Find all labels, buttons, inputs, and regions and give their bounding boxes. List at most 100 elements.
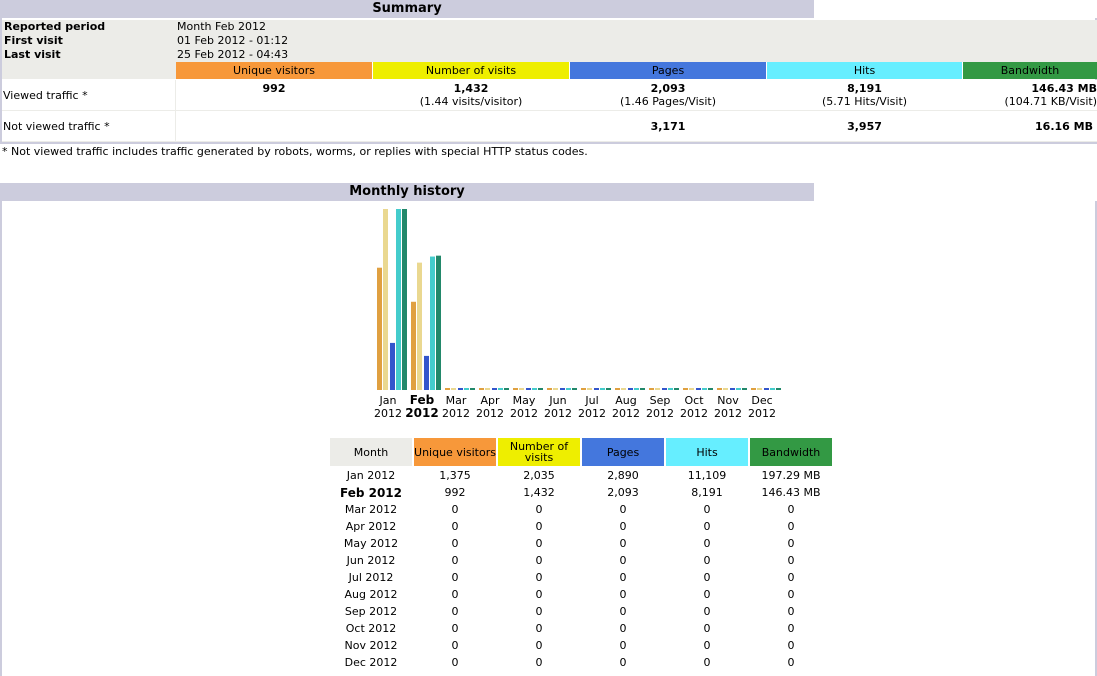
chart-month-name: Sep: [649, 394, 671, 407]
table-cell-visits: 0: [535, 622, 543, 635]
table-cell-visits: 0: [535, 554, 543, 567]
table-cell-hits: 0: [703, 537, 711, 550]
table-cell-bandwidth: 146.43 MB: [761, 486, 821, 499]
chart-month-name: Apr: [480, 394, 500, 407]
bar-pages-mar-2012: [458, 388, 463, 390]
table-cell-hits: 0: [703, 554, 711, 567]
bar-bandwidth-jun-2012: [572, 388, 577, 390]
bar-number-of-visits-dec-2012: [757, 388, 762, 390]
bar-pages-nov-2012: [730, 388, 735, 390]
chart-month-name: Aug: [615, 394, 637, 407]
table-cell-pages: 0: [619, 554, 627, 567]
chart-month-name: May: [512, 394, 536, 407]
summary-value: 25 Feb 2012 - 04:43: [177, 48, 289, 61]
table-cell-unique: 0: [451, 622, 459, 635]
table-cell-hits: 11,109: [687, 469, 727, 482]
chart-month-year: 2012: [680, 407, 708, 420]
mt-header-bandwidth: Bandwidth: [750, 438, 832, 466]
table-cell-bandwidth: 197.29 MB: [761, 469, 821, 482]
bar-pages-jan-2012: [390, 342, 395, 390]
chart-month-name: Oct: [684, 394, 704, 407]
bar-number-of-visits-jul-2012: [587, 388, 592, 390]
not-viewed-traffic-label: Not viewed traffic *: [3, 120, 110, 133]
table-cell-month: Apr 2012: [345, 520, 397, 533]
summary-row-first-visit: First visit 01 Feb 2012 - 01:12: [2, 34, 1097, 48]
viewed-traffic-label: Viewed traffic *: [3, 89, 88, 102]
footnote: * Not viewed traffic includes traffic ge…: [2, 145, 588, 158]
table-cell-hits: 0: [703, 571, 711, 584]
bar-bandwidth-aug-2012: [640, 388, 645, 390]
bar-hits-nov-2012: [736, 388, 741, 390]
mt-header-hits: Hits: [666, 438, 748, 466]
viewed-unique: 992: [262, 82, 286, 95]
table-cell-month: Dec 2012: [344, 656, 398, 669]
bar-bandwidth-apr-2012: [504, 388, 509, 390]
table-cell-month: Aug 2012: [344, 588, 398, 601]
mt-header-month: Month: [330, 438, 412, 466]
table-cell-visits: 2,035: [523, 469, 555, 482]
viewed-traffic-row: Viewed traffic * 992 1,432 (1.44 visits/v…: [2, 80, 1097, 111]
bar-unique-visitors-aug-2012: [615, 388, 620, 390]
table-cell-month: Jul 2012: [348, 571, 394, 584]
table-cell-visits: 0: [535, 537, 543, 550]
table-row: Apr 2012 0 0 0 0 0: [330, 518, 832, 535]
table-cell-visits: 0: [535, 588, 543, 601]
chart-month-year: 2012: [646, 407, 674, 420]
table-cell-pages: 2,093: [607, 486, 639, 499]
chart-month-year: 2012: [612, 407, 640, 420]
bar-bandwidth-sep-2012: [674, 388, 679, 390]
bar-hits-sep-2012: [668, 388, 673, 390]
bar-pages-aug-2012: [628, 388, 633, 390]
chart-month-label: Nov 2012: [711, 394, 745, 420]
chart-month-year: 2012: [442, 407, 470, 420]
table-cell-visits: 0: [535, 656, 543, 669]
table-cell-month: Feb 2012: [339, 486, 402, 500]
bar-number-of-visits-sep-2012: [655, 388, 660, 390]
bar-unique-visitors-jan-2012: [377, 267, 382, 390]
table-cell-hits: 0: [703, 520, 711, 533]
table-cell-visits: 0: [535, 520, 543, 533]
chart-month-year: 2012: [714, 407, 742, 420]
table-cell-hits: 8,191: [691, 486, 723, 499]
bar-unique-visitors-apr-2012: [479, 388, 484, 390]
bar-number-of-visits-mar-2012: [451, 388, 456, 390]
bar-hits-jul-2012: [600, 388, 605, 390]
bar-unique-visitors-sep-2012: [649, 388, 654, 390]
table-cell-pages: 0: [619, 605, 627, 618]
viewed-visits: 1,432 (1.44 visits/visitor): [419, 82, 523, 108]
chart-month-year: 2012: [374, 407, 402, 420]
table-cell-unique: 0: [451, 656, 459, 669]
chart-month-year: 2012: [544, 407, 572, 420]
bar-pages-jun-2012: [560, 388, 565, 390]
chart-month-name: Jun: [549, 394, 567, 407]
chart-month-name: Dec: [751, 394, 773, 407]
col-header-pages: Pages: [570, 62, 766, 79]
table-cell-bandwidth: 0: [787, 503, 795, 516]
bar-unique-visitors-jul-2012: [581, 388, 586, 390]
table-row: Oct 2012 0 0 0 0 0: [330, 620, 832, 637]
chart-month-label: Sep 2012: [643, 394, 677, 420]
table-row: Jan 2012 1,375 2,035 2,890 11,109 197.29 MB: [330, 467, 832, 484]
table-cell-pages: 0: [619, 622, 627, 635]
chart-month-year: 2012: [476, 407, 504, 420]
bar-bandwidth-mar-2012: [470, 388, 475, 390]
table-cell-visits: 0: [535, 639, 543, 652]
table-cell-month: Jun 2012: [346, 554, 396, 567]
chart-month-label: Jul 2012: [575, 394, 609, 420]
summary-row-period: Reported period Month Feb 2012: [2, 20, 1097, 34]
table-cell-pages: 0: [619, 503, 627, 516]
table-cell-bandwidth: 0: [787, 622, 795, 635]
bar-number-of-visits-may-2012: [519, 388, 524, 390]
chart-month-label: Dec 2012: [745, 394, 779, 420]
col-header-visits: Number of visits: [373, 62, 569, 79]
table-cell-unique: 0: [451, 520, 459, 533]
table-row: Jun 2012 0 0 0 0 0: [330, 552, 832, 569]
bar-hits-may-2012: [532, 388, 537, 390]
bar-pages-may-2012: [526, 388, 531, 390]
chart-month-label: May 2012: [507, 394, 541, 420]
summary-header-blank: [2, 62, 176, 79]
summary-label: Reported period: [4, 20, 106, 33]
table-cell-unique: 0: [451, 639, 459, 652]
table-cell-pages: 0: [619, 537, 627, 550]
not-viewed-traffic-row: Not viewed traffic * 3,171 3,957 16.16 M…: [2, 111, 1097, 142]
